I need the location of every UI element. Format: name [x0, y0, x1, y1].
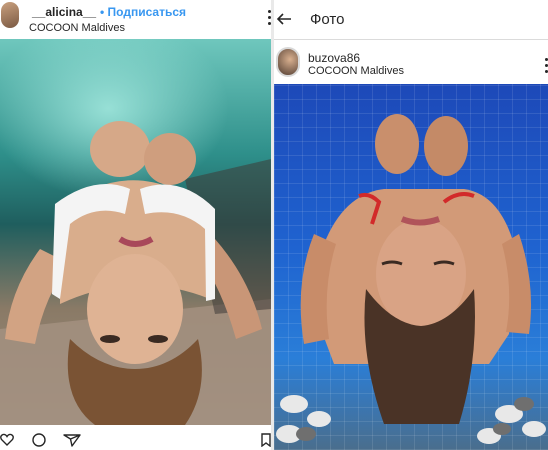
username[interactable]: __alicina__: [32, 5, 96, 19]
location-link[interactable]: COCOON Maldives: [308, 65, 404, 77]
heart-icon[interactable]: [0, 433, 14, 447]
bookmark-icon[interactable]: [261, 433, 271, 447]
top-bar: Фото: [274, 0, 548, 40]
post-photo[interactable]: [0, 39, 271, 450]
follow-button[interactable]: • Подписаться: [100, 5, 186, 19]
username[interactable]: buzova86: [308, 51, 360, 65]
right-post: Фото buzova86 COCOON Maldives: [274, 0, 548, 450]
separator: •: [100, 5, 105, 19]
share-icon[interactable]: [63, 433, 81, 447]
back-arrow-icon[interactable]: [276, 11, 292, 27]
location-link[interactable]: COCOON Maldives: [29, 22, 125, 34]
avatar[interactable]: [276, 47, 300, 77]
left-post-header: __alicina__ • Подписаться COCOON Maldive…: [0, 0, 271, 40]
left-post: __alicina__ • Подписаться COCOON Maldive…: [0, 0, 271, 450]
action-bar: [0, 425, 271, 450]
photo-illustration: [276, 114, 546, 444]
page-title: Фото: [310, 11, 345, 28]
comment-icon[interactable]: [31, 433, 47, 447]
photo-illustration: [0, 121, 271, 425]
post-photo[interactable]: [274, 84, 548, 450]
avatar[interactable]: [1, 2, 19, 28]
follow-label: Подписаться: [107, 5, 187, 19]
